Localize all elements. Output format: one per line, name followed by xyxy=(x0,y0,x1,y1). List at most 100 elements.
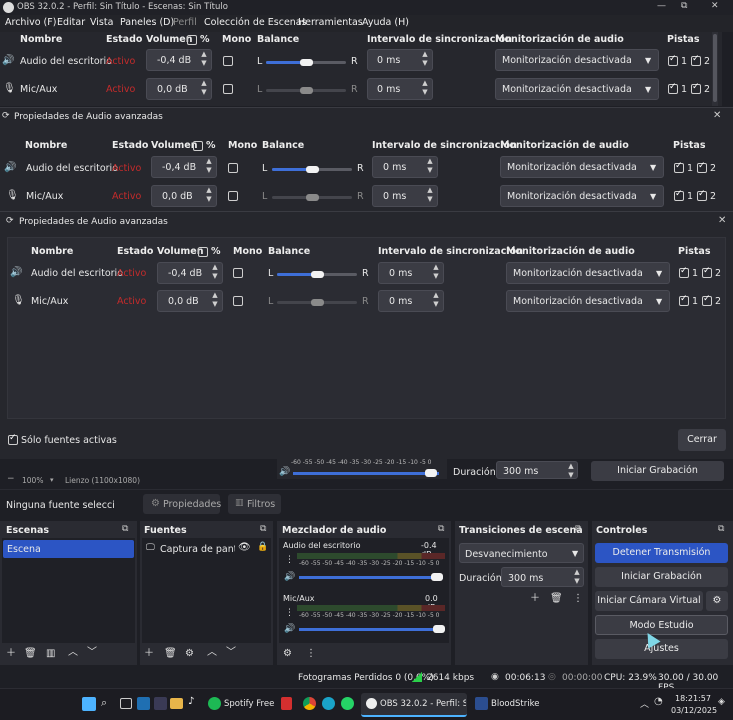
start-recording-button-bg[interactable]: Iniciar Grabación xyxy=(591,461,724,481)
store-icon[interactable] xyxy=(154,697,167,710)
spin-arrows-icon[interactable]: ▲ ▼ xyxy=(203,157,215,175)
clock-time[interactable]: 18:21:57 xyxy=(675,694,711,703)
volume-slider-handle[interactable] xyxy=(431,573,443,581)
pdf-icon[interactable] xyxy=(281,697,292,710)
whatsapp-icon[interactable] xyxy=(341,697,354,710)
notification-bell-icon[interactable]: ◈ xyxy=(718,697,725,707)
close-dialog-button[interactable]: ✕ xyxy=(718,215,726,226)
track1-checkbox[interactable] xyxy=(668,54,678,66)
spin-arrows-icon[interactable]: ▲ ▼ xyxy=(424,157,436,175)
search-icon[interactable]: ⌕ xyxy=(101,696,107,710)
bloodstrike-taskbar-label[interactable]: BloodStrike xyxy=(491,699,539,709)
close-window-button[interactable]: ✕ xyxy=(711,1,719,11)
maximize-button[interactable]: ⧉ xyxy=(681,1,687,11)
properties-button[interactable]: ⚙ Propiedades xyxy=(143,494,221,514)
mono-checkbox[interactable] xyxy=(228,163,238,173)
file-explorer-icon[interactable] xyxy=(170,698,183,709)
add-icon[interactable]: ＋ xyxy=(144,649,154,659)
wifi-icon[interactable]: ◔ xyxy=(654,696,663,707)
track1-checkbox[interactable] xyxy=(674,189,684,201)
track1-checkbox[interactable] xyxy=(674,161,684,173)
track2-checkbox[interactable] xyxy=(702,266,712,278)
clock-date[interactable]: 03/12/2025 xyxy=(671,706,717,715)
settings-button[interactable]: Ajustes xyxy=(595,639,728,659)
gear-icon[interactable]: ⚙ xyxy=(185,649,194,659)
spin-arrows-icon[interactable]: ▲ ▼ xyxy=(198,50,210,68)
track2-checkbox[interactable] xyxy=(691,54,701,66)
track1-checkbox[interactable] xyxy=(679,266,689,278)
start-recording-button[interactable]: Iniciar Grabación xyxy=(595,567,728,587)
menu-editar[interactable]: Editar xyxy=(57,17,85,28)
volume-slider-handle[interactable] xyxy=(433,625,445,633)
track2-checkbox[interactable] xyxy=(697,161,707,173)
spin-arrows-icon[interactable]: ▲ ▼ xyxy=(424,186,436,204)
spin-arrows-icon[interactable]: ▲ ▼ xyxy=(209,263,221,281)
volume-slider-track[interactable] xyxy=(299,628,443,631)
balance-handle[interactable] xyxy=(306,194,319,201)
mono-checkbox[interactable] xyxy=(233,296,243,306)
spin-arrows-icon[interactable]: ▲ ▼ xyxy=(430,291,442,309)
virtual-camera-settings-button[interactable]: ⚙ xyxy=(706,591,728,611)
track1-checkbox[interactable] xyxy=(668,82,678,94)
close-dialog-button[interactable]: ✕ xyxy=(713,110,721,121)
menu-archivo[interactable]: Archivo (F) xyxy=(5,17,56,28)
menu-perfil[interactable]: Perfil xyxy=(173,17,197,28)
tray-chevron-icon[interactable]: ︿ xyxy=(640,697,649,710)
stop-stream-button[interactable]: Detener Transmisión xyxy=(595,543,728,563)
kebab-menu-icon[interactable]: ⋮ xyxy=(285,555,294,565)
widgets-icon[interactable] xyxy=(137,697,150,710)
kebab-menu-icon[interactable]: ⋮ xyxy=(285,608,294,618)
spin-arrows-icon[interactable]: ▲ ▼ xyxy=(203,186,215,204)
dock-undock-icon[interactable]: ⧉ xyxy=(575,524,581,534)
track2-checkbox[interactable] xyxy=(697,189,707,201)
mono-checkbox[interactable] xyxy=(223,84,233,94)
balance-handle[interactable] xyxy=(311,299,324,306)
dock-undock-icon[interactable]: ⧉ xyxy=(718,524,724,534)
volume-percent-checkbox[interactable] xyxy=(193,141,203,151)
spin-arrows-icon[interactable]: ▲ ▼ xyxy=(419,50,431,68)
spin-arrows-icon[interactable]: ▲ ▼ xyxy=(571,568,583,586)
trash-icon[interactable]: 🗑 xyxy=(550,594,563,604)
scene-item[interactable]: Escena xyxy=(3,540,134,558)
windows-start-icon[interactable] xyxy=(82,697,96,711)
task-view-icon[interactable] xyxy=(120,698,132,709)
tiktok-icon[interactable]: ♪ xyxy=(188,696,194,707)
menu-vista[interactable]: Vista xyxy=(90,17,113,28)
chevron-down-icon[interactable]: ﹀ xyxy=(226,648,236,658)
menu-herramientas[interactable]: Herramientas xyxy=(298,17,363,28)
only-active-checkbox[interactable] xyxy=(8,433,18,445)
chrome-icon[interactable] xyxy=(303,697,316,710)
filters-button[interactable]: ▥ Filtros xyxy=(228,494,281,514)
spin-arrows-icon[interactable]: ▲ ▼ xyxy=(419,79,431,97)
volume-slider-track[interactable] xyxy=(299,576,443,579)
track2-checkbox[interactable] xyxy=(702,294,712,306)
add-icon[interactable]: ＋ xyxy=(6,649,16,659)
chevron-up-icon[interactable]: ︿ xyxy=(207,648,217,658)
spotify-taskbar-label[interactable]: Spotify Free xyxy=(224,699,274,709)
volume-slider-track[interactable] xyxy=(293,472,439,475)
dock-undock-icon[interactable]: ⧉ xyxy=(438,524,444,534)
virtual-camera-button[interactable]: Iniciar Cámara Virtual xyxy=(595,591,703,611)
balance-handle[interactable] xyxy=(300,59,313,66)
dock-undock-icon[interactable]: ⧉ xyxy=(122,524,128,534)
bloodstrike-icon[interactable] xyxy=(475,697,488,710)
volume-percent-checkbox[interactable] xyxy=(198,247,208,257)
minimize-button[interactable]: — xyxy=(657,1,666,11)
volume-slider-handle[interactable] xyxy=(425,469,437,477)
balance-handle[interactable] xyxy=(300,87,313,94)
track1-checkbox[interactable] xyxy=(679,294,689,306)
menu-ayuda[interactable]: Ayuda (H) xyxy=(362,17,409,28)
volume-percent-checkbox[interactable] xyxy=(187,35,197,45)
studio-mode-button[interactable]: Modo Estudio xyxy=(595,615,728,635)
balance-handle[interactable] xyxy=(311,271,324,278)
close-button[interactable]: Cerrar xyxy=(678,429,726,451)
speaker-icon[interactable]: 🔊 xyxy=(284,572,295,582)
filter-icon[interactable]: ▥ xyxy=(46,649,55,659)
menu-paneles[interactable]: Paneles (D) xyxy=(120,17,174,28)
dock-undock-icon[interactable]: ⧉ xyxy=(260,524,266,534)
edge-icon[interactable] xyxy=(322,697,335,710)
chevron-down-icon[interactable]: ﹀ xyxy=(87,648,97,658)
kebab-menu-icon[interactable]: ⋮ xyxy=(306,649,316,659)
spin-arrows-icon[interactable]: ▲ ▼ xyxy=(565,462,577,480)
spin-arrows-icon[interactable]: ▲ ▼ xyxy=(198,79,210,97)
